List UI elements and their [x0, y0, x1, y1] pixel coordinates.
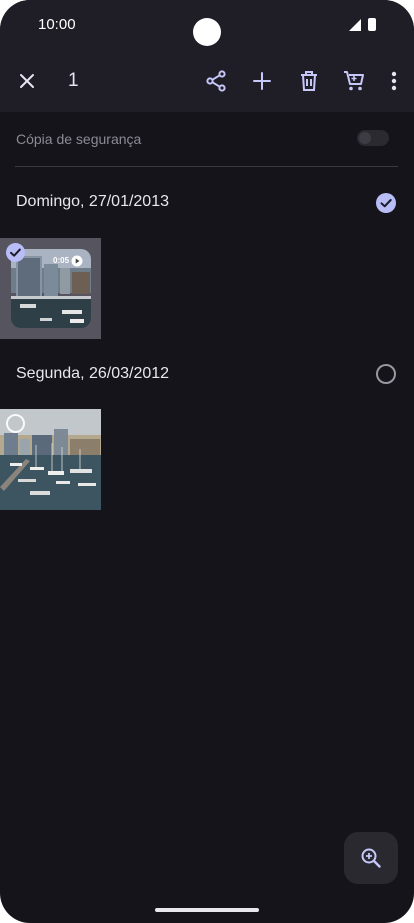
group-select-checkbox-1[interactable]	[376, 193, 396, 213]
photo-select-checkbox-1[interactable]	[6, 243, 25, 262]
photo-select-checkbox-2[interactable]	[6, 414, 25, 433]
more-vert-icon	[391, 71, 397, 91]
front-camera	[193, 18, 221, 46]
close-icon	[20, 74, 34, 88]
group-select-checkbox-2[interactable]	[376, 364, 396, 384]
backup-label: Cópia de segurança	[16, 131, 142, 147]
share-icon	[206, 70, 226, 92]
add-button[interactable]	[244, 63, 280, 99]
zoom-in-icon	[361, 848, 381, 868]
photo-thumbnail-2[interactable]	[0, 409, 101, 510]
group-date-1: Domingo, 27/01/2013	[16, 193, 169, 210]
delete-button[interactable]	[291, 63, 327, 99]
toggle-knob	[359, 132, 371, 144]
check-icon	[10, 248, 21, 257]
delete-icon	[301, 71, 317, 91]
order-prints-button[interactable]	[336, 63, 372, 99]
more-options-button[interactable]	[376, 63, 412, 99]
share-button[interactable]	[198, 63, 234, 99]
video-duration: 0:05	[53, 256, 70, 265]
photo-thumbnail-1[interactable]: 0:05	[0, 238, 101, 339]
play-icon	[71, 255, 83, 267]
phone-screen: 10:00 1 Cópia de segurança Domingo, 27/0…	[0, 0, 414, 923]
divider	[15, 166, 398, 167]
close-button[interactable]	[9, 63, 45, 99]
selection-toolbar: 1	[0, 50, 414, 112]
group-date-2: Segunda, 26/03/2012	[16, 365, 170, 382]
battery-icon	[368, 18, 376, 31]
zoom-button[interactable]	[344, 832, 398, 884]
add-icon	[253, 72, 271, 90]
status-bar: 10:00	[0, 0, 414, 50]
backup-toggle[interactable]	[357, 130, 389, 146]
gesture-nav-bar[interactable]	[155, 908, 259, 912]
check-icon	[380, 199, 392, 208]
signal-icon	[349, 19, 361, 31]
backup-row: Cópia de segurança	[0, 112, 414, 167]
selected-count: 1	[68, 70, 79, 91]
cart-icon	[344, 71, 364, 91]
status-time: 10:00	[38, 16, 76, 33]
